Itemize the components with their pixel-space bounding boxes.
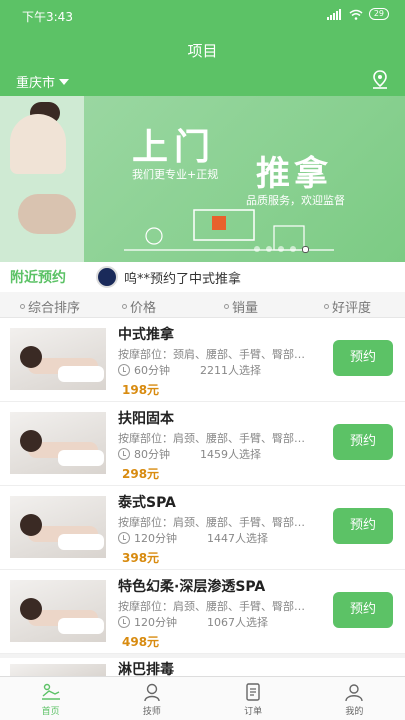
- bottom-tab-bar: 首页 技师 订单 我的: [0, 676, 405, 720]
- service-count: 1067人选择: [207, 616, 268, 629]
- book-button[interactable]: 预约: [333, 340, 393, 376]
- service-name: 特色幻柔·深层渗透SPA: [118, 579, 266, 595]
- book-button[interactable]: 预约: [333, 592, 393, 628]
- tab-label: 技师: [142, 707, 161, 717]
- service-list: 中式推拿 按摩部位：颈肩、腰部、手臂、臀部… 60分钟 2211人选择 198元…: [0, 318, 405, 654]
- city-selector[interactable]: 重庆市: [16, 72, 70, 91]
- sort-label: 好评度: [332, 301, 372, 316]
- sort-bullet-icon: [122, 304, 127, 309]
- service-price: 298元: [122, 467, 160, 481]
- service-duration: 120分钟: [134, 616, 177, 629]
- sort-label: 价格: [130, 301, 157, 316]
- tab-label: 订单: [244, 707, 263, 717]
- service-thumbnail: [10, 328, 106, 390]
- wifi-icon: [349, 9, 363, 20]
- tab-orders[interactable]: 订单: [203, 677, 304, 720]
- service-thumbnail: [10, 412, 106, 474]
- nearby-ticker-text: 呜**预约了中式推拿: [124, 271, 242, 287]
- tab-label: 首页: [41, 707, 60, 717]
- page-title: 项目: [187, 42, 218, 60]
- status-icons: 29: [326, 8, 389, 20]
- sort-bullet-icon: [20, 304, 25, 309]
- clock-icon: [118, 448, 130, 460]
- book-button[interactable]: 预约: [333, 508, 393, 544]
- home-massage-icon: [41, 683, 60, 700]
- sort-label: 销量: [232, 301, 259, 316]
- service-parts: 按摩部位：肩颈、腰部、手臂、臀部…: [118, 600, 305, 613]
- app-header: 下午3:43 29 项目 重庆市: [0, 0, 405, 96]
- location-pin-icon[interactable]: [371, 70, 389, 90]
- service-duration: 60分钟: [134, 364, 170, 377]
- tab-technician[interactable]: 技师: [101, 677, 202, 720]
- nearby-title: 附近预约: [10, 270, 66, 286]
- order-list-icon: [246, 683, 260, 701]
- app-screen: 下午3:43 29 项目 重庆市 上门 我们更专业+正规 推拿 品质服务，欢迎监…: [0, 0, 405, 720]
- book-button[interactable]: 预约: [333, 424, 393, 460]
- service-name: 扶阳固本: [118, 411, 174, 427]
- service-price: 198元: [122, 383, 160, 397]
- promo-banner[interactable]: 上门 我们更专业+正规 推拿 品质服务，欢迎监督: [0, 96, 405, 262]
- service-meta: 120分钟 1447人选择: [118, 530, 268, 546]
- list-item[interactable]: 扶阳固本 按摩部位：肩颈、腰部、手臂、臀部… 80分钟 1459人选择 298元…: [0, 402, 405, 486]
- tab-home[interactable]: 首页: [0, 677, 101, 720]
- banner-pagination[interactable]: [254, 246, 309, 253]
- list-item[interactable]: 淋巴排毒: [0, 658, 405, 678]
- banner-dot[interactable]: [278, 246, 284, 252]
- service-meta: 60分钟 2211人选择: [118, 362, 261, 378]
- banner-slogan-1: 我们更专业+正规: [132, 168, 219, 181]
- nearby-bookings-bar: 附近预约 呜**预约了中式推拿: [0, 262, 405, 292]
- service-count: 2211人选择: [200, 364, 261, 377]
- list-item[interactable]: 泰式SPA 按摩部位：肩颈、腰部、手臂、臀部… 120分钟 1447人选择 39…: [0, 486, 405, 570]
- service-name: 中式推拿: [118, 327, 174, 343]
- signal-icon: [326, 8, 343, 20]
- banner-headline-1: 上门: [132, 127, 217, 168]
- clock-icon: [118, 364, 130, 376]
- banner-headline-2: 推拿: [256, 154, 332, 194]
- banner-dot[interactable]: [254, 246, 260, 252]
- status-bar: 下午3:43 29: [0, 0, 405, 30]
- service-name: 泰式SPA: [118, 495, 176, 511]
- sort-bar: 综合排序 价格 销量 好评度: [0, 292, 405, 318]
- service-price: 498元: [122, 635, 160, 649]
- battery-indicator: 29: [368, 8, 389, 20]
- city-label: 重庆市: [16, 76, 56, 91]
- service-thumbnail: [10, 580, 106, 642]
- avatar: [96, 266, 118, 288]
- service-duration: 120分钟: [134, 532, 177, 545]
- status-time: 下午3:43: [22, 10, 73, 24]
- sort-option-sales[interactable]: 销量: [224, 297, 258, 316]
- list-item[interactable]: 中式推拿 按摩部位：颈肩、腰部、手臂、臀部… 60分钟 2211人选择 198元…: [0, 318, 405, 402]
- tab-profile[interactable]: 我的: [304, 677, 405, 720]
- banner-text-area: 上门 我们更专业+正规 推拿 品质服务，欢迎监督: [84, 96, 405, 262]
- sort-label: 综合排序: [28, 301, 81, 316]
- banner-dot[interactable]: [302, 246, 309, 253]
- service-price: 398元: [122, 551, 160, 565]
- tab-label: 我的: [345, 707, 364, 717]
- sort-option-price[interactable]: 价格: [122, 297, 156, 316]
- service-meta: 120分钟 1067人选择: [118, 614, 268, 630]
- sort-bullet-icon: [224, 304, 229, 309]
- sort-option-rating[interactable]: 好评度: [324, 297, 371, 316]
- service-duration: 80分钟: [134, 448, 170, 461]
- user-icon: [345, 684, 364, 702]
- banner-dot[interactable]: [266, 246, 272, 252]
- service-parts: 按摩部位：肩颈、腰部、手臂、臀部…: [118, 516, 305, 529]
- service-meta: 80分钟 1459人选择: [118, 446, 261, 462]
- sort-option-comprehensive[interactable]: 综合排序: [20, 297, 80, 316]
- chevron-down-icon: [59, 78, 70, 85]
- sort-bullet-icon: [324, 304, 329, 309]
- banner-dot[interactable]: [290, 246, 296, 252]
- clock-icon: [118, 616, 130, 628]
- service-count: 1459人选择: [200, 448, 261, 461]
- service-count: 1447人选择: [207, 532, 268, 545]
- service-parts: 按摩部位：颈肩、腰部、手臂、臀部…: [118, 348, 305, 361]
- list-item[interactable]: 特色幻柔·深层渗透SPA 按摩部位：肩颈、腰部、手臂、臀部… 120分钟 106…: [0, 570, 405, 654]
- clock-icon: [118, 532, 130, 544]
- service-thumbnail: [10, 496, 106, 558]
- banner-massage-image: [0, 96, 84, 262]
- technician-icon: [144, 683, 160, 702]
- service-parts: 按摩部位：肩颈、腰部、手臂、臀部…: [118, 432, 305, 445]
